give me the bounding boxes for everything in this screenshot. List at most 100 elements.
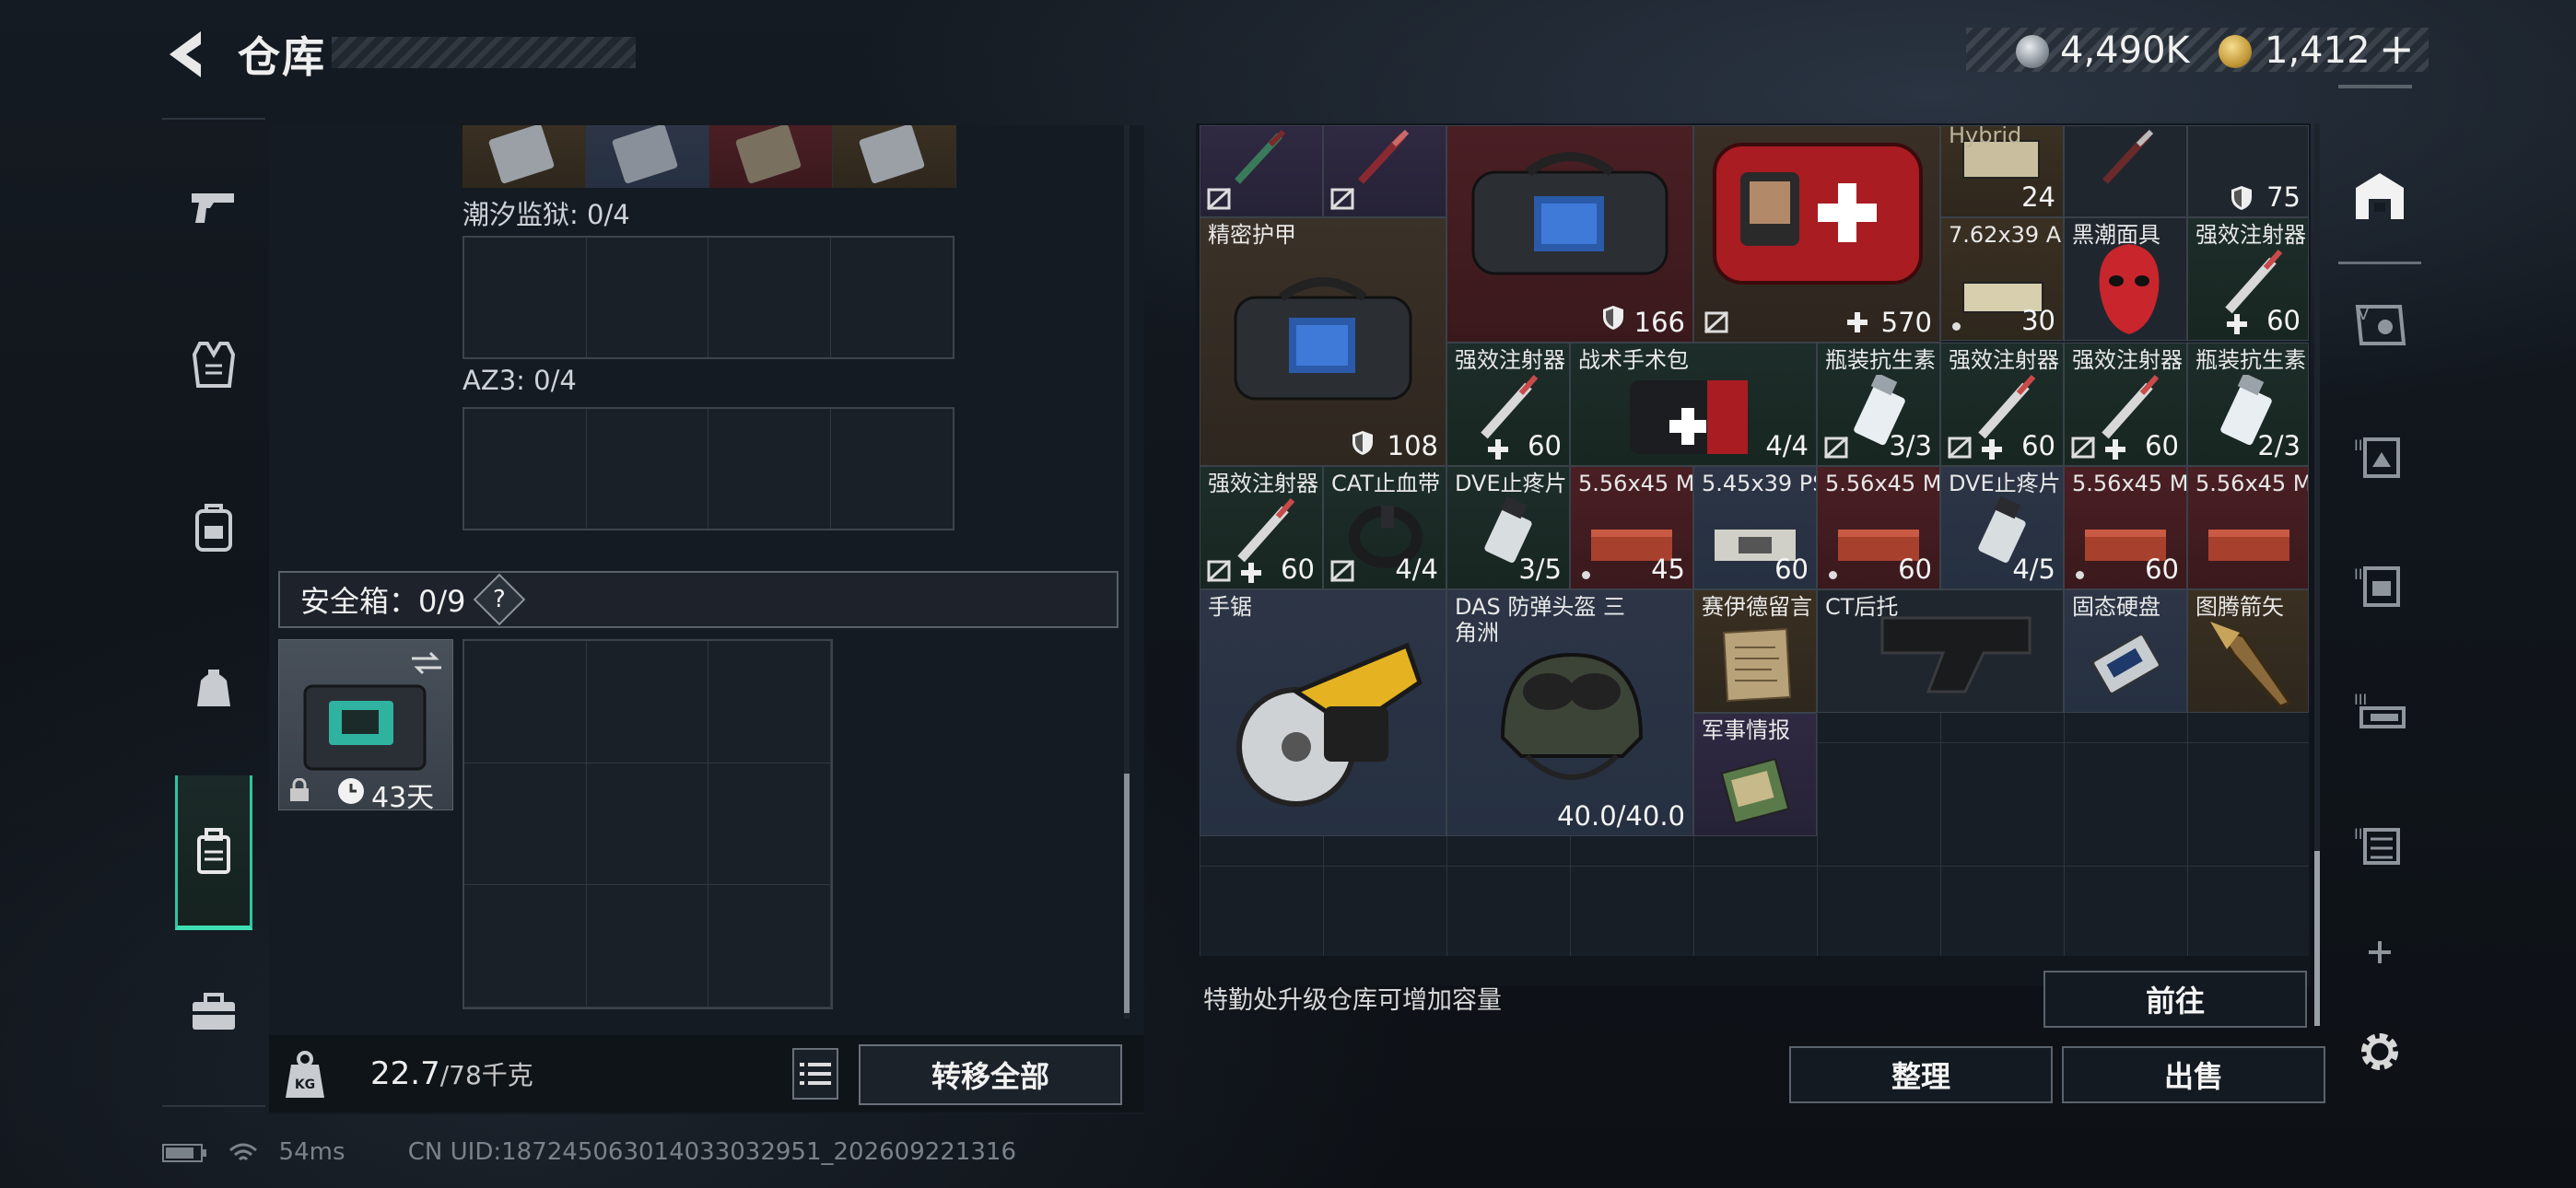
ammo-545-item[interactable]: 5.45x39 PS 60 <box>1693 466 1817 589</box>
black-mask-item[interactable]: 黑潮面具 <box>2064 217 2187 341</box>
lock-icon <box>290 778 309 801</box>
injector-4-item[interactable]: 强效注射器 60 <box>2064 343 2187 466</box>
shield-icon <box>2231 186 2252 210</box>
ammo-556-2-item[interactable]: 5.56x45 M855 60 <box>1817 466 1940 589</box>
das-helmet-item[interactable]: DAS 防弹头盔 三角洲 40.0/40.0 <box>1446 589 1693 836</box>
settings-button[interactable] <box>2338 1015 2421 1089</box>
safe-container-header: 安全箱：0/9 ? <box>278 571 1118 628</box>
category-nav <box>162 118 265 1107</box>
tab-stash-iii[interactable]: III <box>2342 418 2418 494</box>
injector-2-item[interactable]: 强效注射器 60 <box>1446 343 1570 466</box>
slot-item[interactable] <box>586 125 709 188</box>
tab-stash-iii-c[interactable]: III <box>2342 678 2418 753</box>
nav-safe-container[interactable] <box>175 775 252 930</box>
syringe-dark-item[interactable] <box>2064 125 2187 217</box>
ammo-556-4-item[interactable]: 5.56x45 M855A1 <box>2187 466 2309 589</box>
ct-stock-item[interactable]: CT后托 <box>1817 589 2064 713</box>
armor-bag-item[interactable]: 精密护甲 108 <box>1200 217 1446 466</box>
injector-3-item[interactable]: 强效注射器 60 <box>1940 343 2064 466</box>
slot-item[interactable] <box>463 125 586 188</box>
slot-item[interactable] <box>833 125 956 188</box>
tab-separator <box>2338 262 2421 264</box>
toolbox-icon <box>193 993 235 1030</box>
title-decoration <box>332 37 636 68</box>
safe-box-item[interactable]: 43天 <box>278 639 453 814</box>
capacity-info-text: 特勤处升级仓库可增加容量 <box>1203 986 1502 1015</box>
dve-1-item[interactable]: DVE止疼片 3/5 <box>1446 466 1570 589</box>
armor-75-item[interactable]: 75 <box>2187 125 2309 217</box>
slot-item[interactable] <box>709 125 833 188</box>
ammo-556-3-item[interactable]: 5.56x45 M855 60 <box>2064 466 2187 589</box>
tactical-kit-item[interactable]: 战术手术包 4/4 <box>1570 343 1817 466</box>
sell-button[interactable]: 出售 <box>2062 1046 2325 1103</box>
dot-icon <box>1952 322 1961 331</box>
weight-value: 22.7 <box>370 1055 440 1092</box>
ammo-762-item[interactable]: 7.62x39 AP 30 <box>1940 217 2064 341</box>
totem-arrow-item[interactable]: 图腾箭矢 <box>2187 589 2309 713</box>
stash-home-icon <box>2356 173 2404 219</box>
injector-5-item[interactable]: 强效注射器 60 <box>1200 466 1323 589</box>
bag-red-item[interactable]: 166 <box>1446 125 1693 343</box>
silver-coin-icon <box>2016 35 2049 68</box>
stash-tab-icon: III <box>2354 565 2400 607</box>
stash-scroll-thumb[interactable] <box>2314 851 2320 1026</box>
list-view-button[interactable] <box>792 1048 838 1100</box>
tab-main-stash[interactable] <box>2342 158 2418 234</box>
az3-grid <box>463 407 954 530</box>
swap-icon[interactable] <box>408 649 445 677</box>
svg-text:III: III <box>2354 691 2367 708</box>
transfer-all-button[interactable]: 转移全部 <box>859 1044 1122 1105</box>
goto-button[interactable]: 前往 <box>2043 971 2307 1028</box>
cat-tourniquet-item[interactable]: CAT止血带 4/4 <box>1323 466 1446 589</box>
ammo-556-1-item[interactable]: 5.56x45 M855 45 <box>1570 466 1693 589</box>
hybrid-item[interactable]: Hybrid 24 <box>1940 125 2064 217</box>
svg-text:II: II <box>2354 825 2362 843</box>
wifi-icon <box>229 1143 258 1160</box>
nav-toolbox[interactable] <box>175 973 252 1050</box>
ssd-item[interactable]: 固态硬盘 <box>2064 589 2187 713</box>
weight-icon: KG <box>282 1050 328 1100</box>
hand-saw-item[interactable]: 手锯 <box>1200 589 1446 836</box>
tab-stash-iii-b[interactable]: III <box>2342 547 2418 623</box>
nav-weapons[interactable] <box>175 169 252 247</box>
rail-divider <box>2338 85 2412 88</box>
tab-stash-ii[interactable]: II <box>2342 807 2418 882</box>
dve-2-item[interactable]: DVE止疼片 4/5 <box>1940 466 2064 589</box>
add-currency-button[interactable]: + <box>2379 24 2415 74</box>
shield-icon <box>1352 431 1373 455</box>
first-aid-item[interactable]: 570 <box>1693 125 1940 343</box>
gear-icon <box>2361 1033 2398 1070</box>
az3-label: AZ3: 0/4 <box>463 365 577 396</box>
weight-max: /78千克 <box>439 1060 533 1090</box>
container-scroll-thumb[interactable] <box>1124 774 1130 1013</box>
container-top-items <box>463 125 956 188</box>
injector-1-item[interactable]: 强效注射器 60 <box>2187 217 2309 341</box>
seid-note-item[interactable]: 赛伊德留言 <box>1693 589 1817 713</box>
no-bag-icon <box>1329 187 1355 211</box>
sort-button[interactable]: 整理 <box>1789 1046 2053 1103</box>
syringe-red-item[interactable] <box>1323 125 1446 217</box>
tidal-prison-label: 潮汐监狱: 0/4 <box>463 199 630 230</box>
antibiotic-2-item[interactable]: 瓶装抗生素 2/3 <box>2187 343 2309 466</box>
weight-readout: 22.7/78千克 <box>370 1055 533 1092</box>
tab-add-stash[interactable] <box>2342 925 2418 980</box>
backpack-icon <box>195 504 232 552</box>
military-intel-item[interactable]: 军事情报 <box>1693 713 1817 836</box>
armor-vest-icon <box>193 342 235 388</box>
nav-armor[interactable] <box>175 326 252 403</box>
clock-icon <box>338 778 364 804</box>
stash-grid: 166 570 Hybrid 24 75 精密护甲 108 7.62x39 AP… <box>1200 125 2309 956</box>
plus-icon <box>1241 563 1261 583</box>
help-icon[interactable]: ? <box>473 573 525 626</box>
list-icon <box>800 1063 831 1085</box>
svg-text:KG: KG <box>295 1077 315 1092</box>
no-bag-icon <box>1329 559 1355 583</box>
nav-bag[interactable] <box>175 648 252 726</box>
antibiotic-1-item[interactable]: 瓶装抗生素 3/3 <box>1817 343 1940 466</box>
nav-backpack[interactable] <box>175 488 252 565</box>
safe-container-icon <box>197 827 230 874</box>
syringe-green-item[interactable] <box>1200 125 1323 217</box>
tab-stash-v[interactable]: V <box>2342 287 2418 363</box>
dot-icon <box>2076 571 2084 579</box>
back-button[interactable] <box>164 28 208 81</box>
